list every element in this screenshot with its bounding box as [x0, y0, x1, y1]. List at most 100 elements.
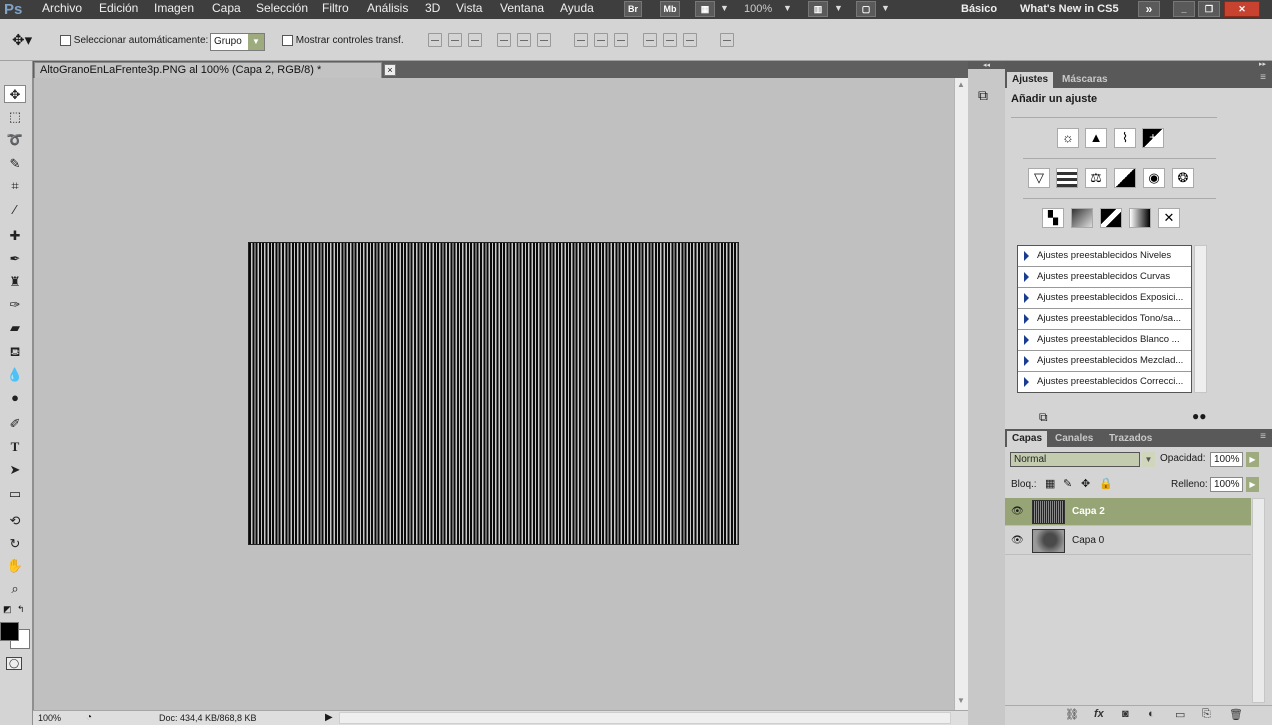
layers-panel-menu-icon[interactable]: ≡ — [1260, 431, 1266, 442]
align-top-icon[interactable] — [428, 33, 442, 47]
clone-stamp-tool-icon[interactable]: ♜ — [4, 273, 26, 291]
quick-mask-icon[interactable]: ◯ — [6, 657, 22, 670]
distribute-vcenter-icon[interactable] — [594, 33, 608, 47]
presets-scrollbar[interactable] — [1194, 245, 1207, 393]
tab-trazados[interactable]: Trazados — [1104, 431, 1157, 447]
view-extras-button[interactable]: ▦ — [695, 1, 715, 17]
type-tool-icon[interactable]: T — [4, 438, 26, 456]
exposure-icon[interactable]: ± — [1142, 128, 1164, 148]
move-tool-preset-icon[interactable]: ✥▾ — [12, 31, 32, 49]
screen-mode-chevron-icon[interactable]: ▼ — [881, 3, 890, 13]
screen-mode-button[interactable]: ▢ — [856, 1, 876, 17]
tab-canales[interactable]: Canales — [1050, 431, 1098, 447]
zoom-chevron-icon[interactable]: ▼ — [783, 3, 792, 13]
arrange-documents-button[interactable]: ▥ — [808, 1, 828, 17]
align-right-icon[interactable] — [537, 33, 551, 47]
healing-brush-tool-icon[interactable]: ✚ — [4, 227, 26, 245]
hue-saturation-icon[interactable] — [1056, 168, 1078, 188]
default-colors-icon[interactable]: ◩ — [3, 604, 12, 615]
zoom-level[interactable]: 100% — [744, 3, 772, 15]
levels-icon[interactable]: ▲ — [1085, 128, 1107, 148]
tab-mascaras[interactable]: Máscaras — [1057, 72, 1113, 88]
align-left-icon[interactable] — [497, 33, 511, 47]
blend-mode-select[interactable]: Normal — [1010, 452, 1140, 467]
menu-3d[interactable]: 3D — [425, 1, 440, 15]
distribute-top-icon[interactable] — [574, 33, 588, 47]
invert-icon[interactable]: ▚ — [1042, 208, 1064, 228]
tab-ajustes[interactable]: Ajustes — [1007, 72, 1054, 88]
close-document-icon[interactable]: × — [384, 64, 396, 76]
dock-collapse-icon[interactable]: ◂◂ — [968, 61, 1005, 69]
lock-pixels-icon[interactable]: ✎ — [1063, 477, 1072, 490]
document-tab[interactable]: AltoGranoEnLaFrente3p.PNG al 100% (Capa … — [34, 62, 396, 78]
status-preview-icon[interactable]: ◔ — [86, 711, 92, 724]
tab-capas[interactable]: Capas — [1007, 431, 1048, 447]
panel-expand-icon[interactable]: ▸▸ — [1259, 60, 1266, 68]
visibility-eye-icon[interactable]: 👁 — [1011, 535, 1024, 546]
menu-capa[interactable]: Capa — [212, 1, 241, 15]
close-window-icon[interactable]: ✕ — [1224, 1, 1260, 17]
selective-color-icon[interactable]: ✕ — [1158, 208, 1180, 228]
clip-to-layer-icon[interactable]: ⧉ — [1039, 410, 1048, 425]
quick-selection-tool-icon[interactable]: ✎ — [4, 155, 26, 173]
distribute-bottom-icon[interactable] — [614, 33, 628, 47]
more-workspaces-icon[interactable]: » — [1138, 1, 1160, 17]
canvas-horizontal-scrollbar[interactable] — [339, 712, 951, 724]
distribute-hcenter-icon[interactable] — [663, 33, 677, 47]
layer-row-capa-2[interactable]: 👁 Capa 2 — [1005, 498, 1251, 526]
arrange-chevron-icon[interactable]: ▼ — [834, 3, 843, 13]
dodge-tool-icon[interactable]: ● — [4, 389, 26, 407]
workspace-whats-new[interactable]: What's New in CS5 — [1020, 3, 1119, 15]
fill-input[interactable]: 100% — [1210, 477, 1243, 492]
layer-name[interactable]: Capa 2 — [1072, 498, 1105, 526]
shape-tool-icon[interactable]: ▭ — [4, 485, 26, 503]
menu-filtro[interactable]: Filtro — [322, 1, 349, 15]
gradient-map-icon[interactable] — [1129, 208, 1151, 228]
layer-name[interactable]: Capa 0 — [1072, 527, 1104, 555]
status-menu-arrow-icon[interactable]: ▶ — [325, 711, 333, 724]
brush-tool-icon[interactable]: ✒ — [4, 250, 26, 268]
blend-mode-chevron-icon[interactable]: ▼ — [1142, 452, 1155, 467]
show-transform-checkbox[interactable] — [282, 35, 293, 46]
hand-tool-icon[interactable]: ✋ — [4, 557, 26, 575]
align-vcenter-icon[interactable] — [448, 33, 462, 47]
menu-vista[interactable]: Vista — [456, 1, 482, 15]
vibrance-icon[interactable]: ▽ — [1028, 168, 1050, 188]
eraser-tool-icon[interactable]: ▰ — [4, 319, 26, 337]
fill-slider-arrow-icon[interactable]: ▶ — [1246, 477, 1259, 492]
preset-item[interactable]: Ajustes preestablecidos Correcci... — [1018, 372, 1191, 393]
new-group-icon[interactable]: ▭ — [1175, 708, 1185, 721]
3d-orbit-tool-icon[interactable]: ↻ — [4, 535, 26, 553]
new-adjustment-layer-icon[interactable]: ◐ — [1148, 708, 1155, 720]
eyedropper-tool-icon[interactable]: ⁄ — [4, 201, 26, 219]
adjust-panel-menu-icon[interactable]: ≡ — [1260, 72, 1266, 83]
preset-item[interactable]: Ajustes preestablecidos Curvas — [1018, 267, 1191, 288]
auto-select-target-select[interactable]: Grupo ▼ — [210, 33, 265, 51]
delete-layer-icon[interactable]: 🗑 — [1229, 708, 1243, 721]
menu-seleccion[interactable]: Selección — [256, 1, 308, 15]
curves-icon[interactable]: ⌇ — [1114, 128, 1136, 148]
lasso-tool-icon[interactable]: ➰ — [4, 131, 26, 149]
minimize-icon[interactable]: _ — [1173, 1, 1195, 17]
show-transform-option[interactable]: Mostrar controles transf. — [282, 35, 404, 46]
history-panel-icon[interactable]: ⧉ — [978, 87, 988, 104]
posterize-icon[interactable] — [1071, 208, 1093, 228]
menu-archivo[interactable]: Archivo — [42, 1, 82, 15]
scroll-down-icon[interactable]: ▼ — [957, 696, 965, 705]
mini-bridge-button[interactable]: Mb — [660, 1, 680, 17]
color-balance-icon[interactable]: ⚖ — [1085, 168, 1107, 188]
align-hcenter-icon[interactable] — [517, 33, 531, 47]
preset-item[interactable]: Ajustes preestablecidos Niveles — [1018, 246, 1191, 267]
preset-item[interactable]: Ajustes preestablecidos Exposici... — [1018, 288, 1191, 309]
adjust-panel-options-icon[interactable]: ●● — [1192, 409, 1207, 423]
menu-edicion[interactable]: Edición — [99, 1, 138, 15]
menu-ventana[interactable]: Ventana — [500, 1, 544, 15]
workspace-basico[interactable]: Básico — [961, 3, 997, 15]
restore-icon[interactable]: ❐ — [1198, 1, 1220, 17]
layers-scrollbar[interactable] — [1252, 498, 1265, 703]
link-layers-icon[interactable]: ⛓ — [1065, 708, 1079, 721]
marquee-tool-icon[interactable]: ⬚ — [4, 108, 26, 126]
view-extras-chevron-icon[interactable]: ▼ — [720, 3, 729, 13]
menu-ayuda[interactable]: Ayuda — [560, 1, 594, 15]
foreground-color-swatch[interactable] — [0, 622, 19, 641]
